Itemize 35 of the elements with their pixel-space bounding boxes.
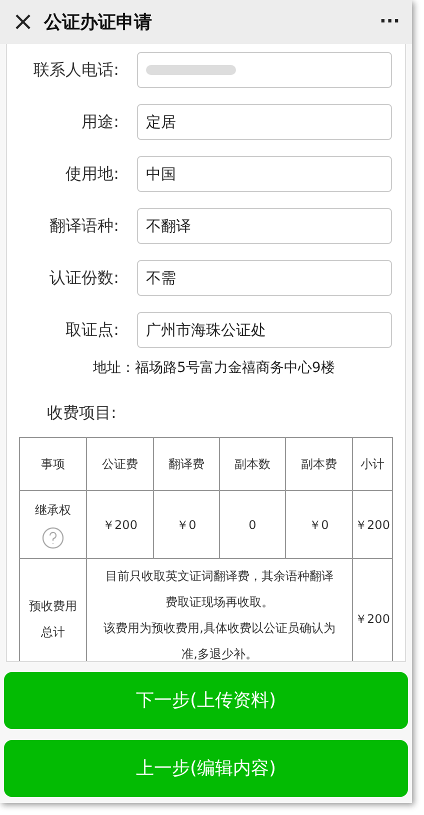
field-label: 使用地: bbox=[64, 163, 120, 185]
section-title: 收费项目: bbox=[46, 402, 118, 424]
table-cell-text: ￥200 bbox=[355, 516, 390, 534]
table-header-cell: 事项 bbox=[20, 438, 87, 490]
table-cell-text: 预收费用总计 bbox=[28, 598, 78, 641]
address-text: 地址：福场路5号富力金禧商务中心9楼 bbox=[92, 359, 336, 378]
input-field[interactable]: 定居 bbox=[137, 104, 392, 140]
more-button[interactable]: ··· bbox=[379, 13, 400, 31]
window-title: 公证办证申请 bbox=[44, 10, 152, 34]
table-header-cell: 副本费 bbox=[286, 438, 353, 490]
table-cell-text: ￥200 bbox=[355, 611, 390, 628]
fee-note: 目前只收取英文证词翻译费，其余语种翻译费取证现场再收取。 bbox=[104, 568, 334, 611]
input-field[interactable]: 广州市海珠公证处 bbox=[137, 312, 392, 348]
field-label: 翻译语种: bbox=[48, 215, 120, 237]
table-cell-text: ￥0 bbox=[309, 516, 329, 534]
help-icon[interactable] bbox=[42, 526, 64, 548]
table-cell-text: 继承权 bbox=[35, 502, 71, 518]
blurred-value-icon bbox=[146, 62, 236, 78]
field-label: 联系人电话: bbox=[32, 59, 120, 81]
field-label: 用途: bbox=[80, 111, 120, 133]
input-field[interactable] bbox=[137, 52, 392, 88]
table-header-cell: 翻译费 bbox=[154, 438, 220, 490]
close-button[interactable]: × bbox=[12, 9, 34, 35]
field-label: 认证份数: bbox=[48, 267, 120, 289]
input-field[interactable]: 不翻译 bbox=[137, 208, 392, 244]
input-field[interactable]: 不需 bbox=[137, 260, 392, 296]
field-label: 取证点: bbox=[64, 319, 120, 341]
table-cell-text: ￥0 bbox=[176, 516, 196, 534]
table-header-cell-text: 小计 bbox=[360, 456, 386, 473]
input-field[interactable]: 中国 bbox=[137, 156, 392, 192]
table-header-cell: 公证费 bbox=[87, 438, 154, 490]
table-header-cell: 副本数 bbox=[220, 438, 286, 490]
table-cell-text: ￥200 bbox=[102, 516, 138, 534]
fee-note: 该费用为预收费用,具体收费以公证员确认为准,多退少补。 bbox=[102, 620, 336, 661]
table-cell-text: 0 bbox=[248, 516, 256, 534]
